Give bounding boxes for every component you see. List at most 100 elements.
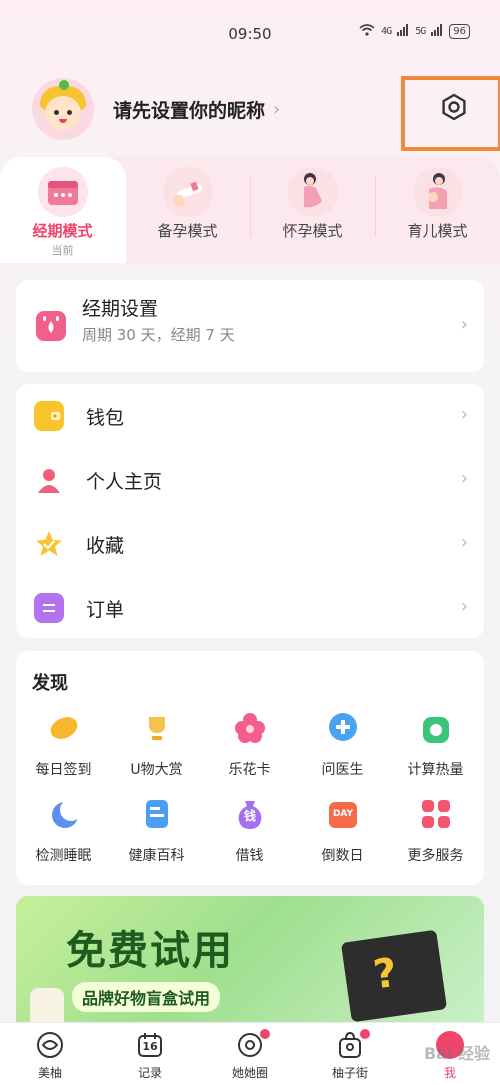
tab-pregnancy-mode[interactable]: 怀孕模式: [250, 157, 375, 263]
period-settings-card[interactable]: 经期设置 周期 30 天，经期 7 天 ›: [16, 280, 484, 372]
tab-period-mode[interactable]: 经期模式 当前: [0, 157, 125, 263]
discover-item-label: 更多服务: [407, 848, 464, 864]
menu-item-wallet[interactable]: 钱包 ›: [16, 384, 484, 448]
discover-item[interactable]: DAY 倒数日: [296, 797, 389, 869]
tab-label: 怀孕模式: [282, 222, 343, 240]
notification-dot: [360, 1029, 370, 1039]
discover-item[interactable]: 健康百科: [110, 797, 203, 869]
book-icon: [140, 797, 174, 831]
signal-5g-icon: 5G: [415, 26, 426, 37]
flower-icon: [233, 711, 267, 745]
calendar-icon: 16: [136, 1031, 164, 1059]
discover-item[interactable]: 每日签到: [17, 711, 110, 783]
status-icons: 4G 5G 96: [359, 24, 470, 39]
settings-button[interactable]: [436, 91, 472, 127]
mystery-box-question: ?: [370, 949, 400, 999]
wallet-icon: [34, 401, 64, 431]
nav-item-community[interactable]: 她她圈: [200, 1023, 300, 1085]
signal-4g-icon: 4G: [381, 26, 392, 37]
battery-icon: 96: [449, 24, 470, 39]
period-settings-subtitle: 周期 30 天，经期 7 天: [82, 326, 235, 344]
discover-item[interactable]: U物大赏: [110, 711, 203, 783]
discover-item-label: 每日签到: [35, 762, 92, 778]
mode-tabs: 经期模式 当前 备孕模式 怀孕模式 育儿模式: [0, 157, 500, 263]
trophy-icon: [140, 711, 174, 745]
discover-item-label: 健康百科: [128, 848, 185, 864]
nav-label: 美柚: [37, 1066, 62, 1080]
mother-baby-icon: [413, 167, 463, 217]
tab-conception-mode[interactable]: 备孕模式: [125, 157, 250, 263]
menu-item-favorites[interactable]: 收藏 ›: [16, 512, 484, 576]
discover-item[interactable]: 钱借钱: [203, 797, 296, 869]
banner-title: 免费试用: [66, 928, 234, 974]
pregnant-woman-icon: [288, 167, 338, 217]
signal-bars-icon: [397, 24, 409, 39]
discover-item[interactable]: 更多服务: [389, 797, 482, 869]
avatar-eye: [54, 110, 59, 115]
discover-title: 发现: [32, 673, 68, 694]
settings-gear-icon: [440, 93, 468, 125]
tab-parenting-mode[interactable]: 育儿模式: [375, 157, 500, 263]
nav-label: 我: [443, 1066, 456, 1080]
mystery-box-icon: ?: [340, 929, 448, 1023]
signal-bars-icon-2: [431, 24, 443, 39]
avatar-leaf: [59, 80, 69, 90]
chevron-right-icon: ›: [460, 532, 468, 553]
person-icon: [34, 465, 64, 495]
profile-header[interactable]: 请先设置你的昵称 ›: [32, 78, 280, 140]
notification-dot: [260, 1029, 270, 1039]
tab-label: 经期模式: [32, 222, 93, 240]
chevron-right-icon: ›: [460, 404, 468, 425]
discover-item[interactable]: 问医生: [296, 711, 389, 783]
wifi-icon: [359, 24, 375, 39]
nav-label: 记录: [137, 1066, 162, 1080]
money-bag-icon: 钱: [233, 797, 267, 831]
menu-card: 钱包 › 个人主页 › 收藏 › 订单 ›: [16, 384, 484, 638]
period-settings-title: 经期设置: [82, 298, 159, 320]
discover-item-label: 计算热量: [407, 762, 464, 778]
watermark: Bai 经验: [423, 1044, 490, 1063]
nav-label: 柚子街: [331, 1066, 368, 1080]
chevron-right-icon: ›: [460, 314, 468, 335]
nav-item-record[interactable]: 16 记录: [100, 1023, 200, 1085]
discover-item-label: 倒数日: [321, 848, 364, 864]
discover-item-label: U物大赏: [130, 762, 183, 778]
avatar[interactable]: [32, 78, 94, 140]
nav-label: 她她圈: [231, 1066, 268, 1080]
star-icon: [34, 529, 64, 559]
moon-icon: [47, 797, 82, 831]
icon-text: DAY: [332, 809, 354, 819]
calendar-day-icon: DAY: [326, 797, 360, 831]
chevron-right-icon: ›: [273, 98, 281, 120]
discover-item-label: 问医生: [321, 762, 364, 778]
menu-item-orders[interactable]: 订单 ›: [16, 576, 484, 640]
tab-label: 备孕模式: [157, 222, 218, 240]
apple-icon: [419, 711, 453, 745]
product-bottle-icon: [30, 988, 64, 1026]
tab-label: 育儿模式: [407, 222, 468, 240]
free-trial-banner[interactable]: 免费试用 品牌好物盲盒试用 ?: [16, 896, 484, 1026]
nickname-label[interactable]: 请先设置你的昵称: [113, 96, 265, 123]
nav-item-home[interactable]: 美柚: [0, 1023, 100, 1085]
avatar-face: [45, 96, 81, 130]
avatar-eye: [67, 110, 72, 115]
discover-item-label: 乐花卡: [228, 762, 271, 778]
discover-item-label: 检测睡眠: [35, 848, 92, 864]
menu-item-label: 订单: [86, 598, 125, 621]
menu-item-label: 收藏: [86, 534, 125, 557]
status-bar: 09:50 4G 5G 96: [0, 0, 500, 68]
menu-item-profile[interactable]: 个人主页 ›: [16, 448, 484, 512]
menu-item-label: 个人主页: [86, 470, 163, 493]
tab-current-label: 当前: [51, 244, 74, 257]
nav-item-shop[interactable]: 柚子街: [300, 1023, 400, 1085]
discover-item[interactable]: 计算热量: [389, 711, 482, 783]
menu-item-label: 钱包: [86, 406, 125, 429]
discover-item[interactable]: 乐花卡: [203, 711, 296, 783]
order-icon: [34, 593, 64, 623]
discover-item[interactable]: 检测睡眠: [17, 797, 110, 869]
chevron-right-icon: ›: [460, 468, 468, 489]
discover-item-label: 借钱: [235, 848, 264, 864]
ovulation-test-icon: [163, 167, 213, 217]
home-icon: [36, 1031, 64, 1059]
bean-icon: [47, 711, 81, 745]
